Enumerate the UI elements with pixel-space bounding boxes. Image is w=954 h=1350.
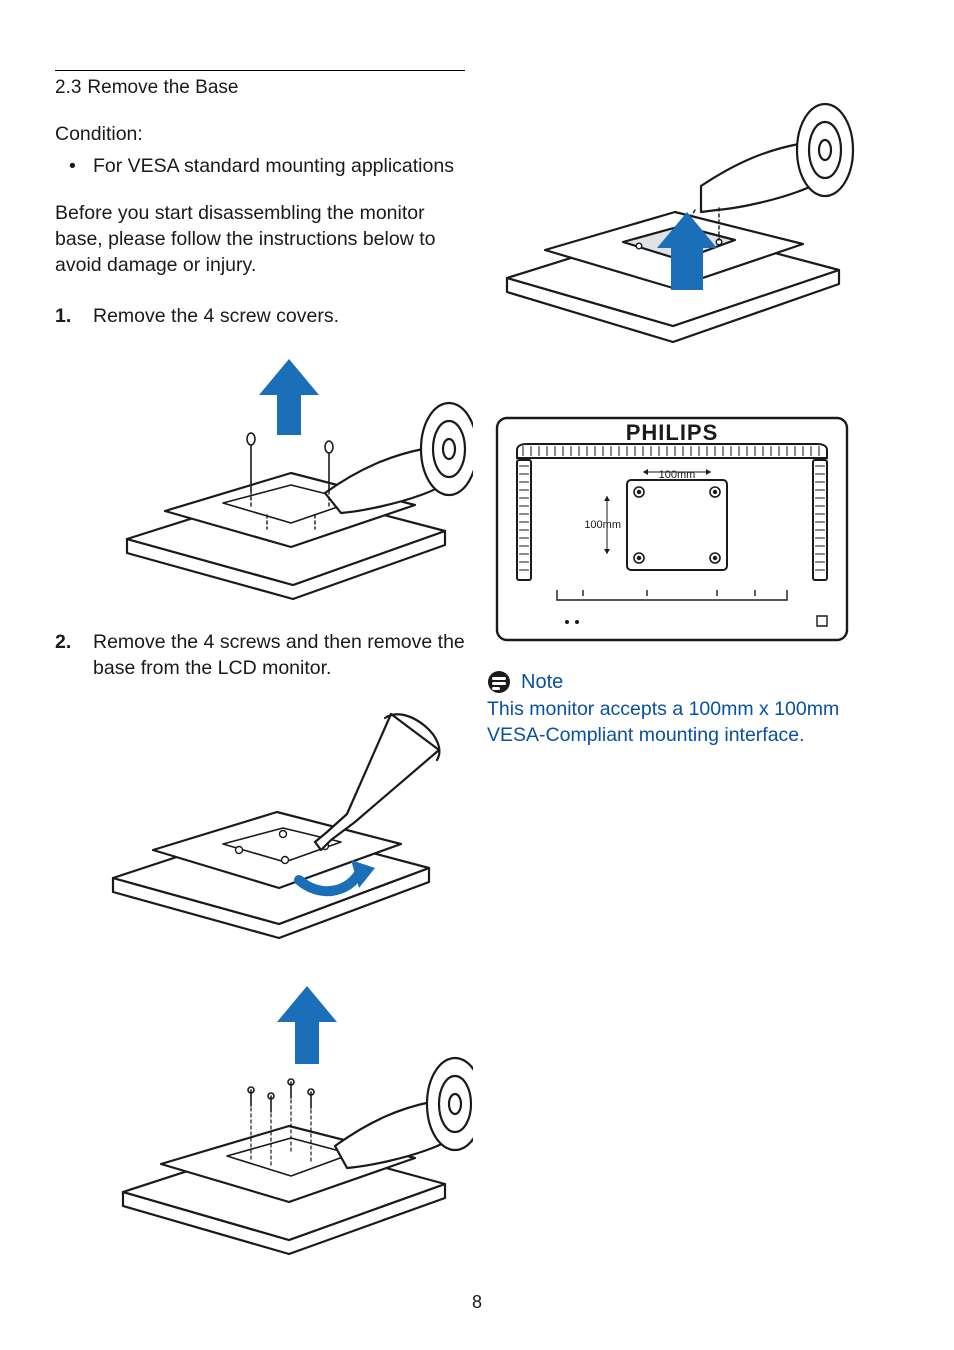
vesa-width-label: 100mm [659, 469, 696, 481]
vesa-height-label: 100mm [584, 519, 621, 531]
step-1-text: Remove the 4 screw covers. [93, 305, 339, 327]
figure-remove-arm [487, 70, 867, 370]
condition-label: Condition: [55, 121, 465, 147]
figure-remove-screw-covers [93, 339, 473, 609]
brand-label: PHILIPS [626, 420, 719, 445]
steps-list: Remove the 4 screw covers. [55, 303, 465, 1272]
figure-unscrew [93, 702, 453, 952]
left-column: 2.3 Remove the Base Condition: For VESA … [55, 70, 465, 1292]
note-icon [487, 670, 511, 694]
page-number: 8 [55, 1292, 899, 1313]
up-arrow-icon [259, 359, 319, 435]
section-title: Remove the Base [87, 77, 238, 99]
note-text: This monitor accepts a 100mm x 100mm VES… [487, 696, 897, 749]
figure-vesa-back: PHILIPS [487, 400, 857, 650]
step-2-text: Remove the 4 screws and then remove the … [93, 631, 465, 679]
up-arrow-icon [277, 986, 337, 1064]
figure-lift-base [93, 972, 473, 1272]
section-heading: 2.3 Remove the Base [55, 77, 465, 99]
section-number: 2.3 [55, 77, 81, 99]
intro-paragraph: Before you start disassembling the monit… [55, 200, 465, 279]
condition-item: For VESA standard mounting applications [55, 153, 465, 179]
note-label: Note [521, 671, 563, 694]
step-2: Remove the 4 screws and then remove the … [55, 629, 465, 1272]
note-heading: Note [487, 670, 897, 694]
right-column: PHILIPS [487, 70, 897, 1292]
condition-list: For VESA standard mounting applications [55, 153, 465, 179]
step-1: Remove the 4 screw covers. [55, 303, 465, 609]
section-rule [55, 70, 465, 71]
